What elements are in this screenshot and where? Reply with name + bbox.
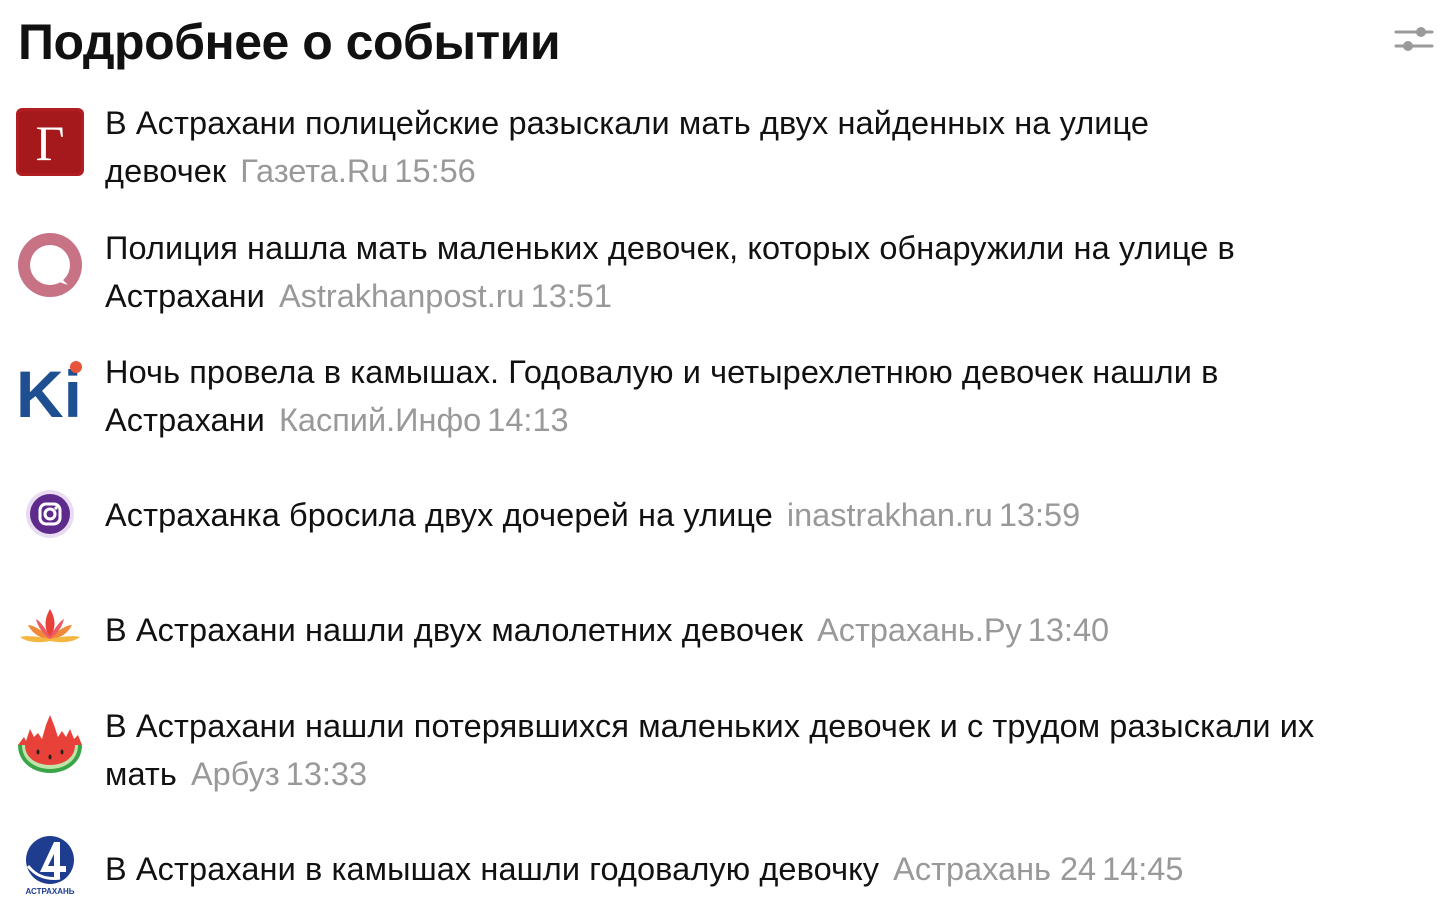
settings-button[interactable] <box>1394 22 1434 58</box>
news-time: 13:40 <box>1027 612 1110 648</box>
page-title: Подробнее о событии <box>18 14 561 70</box>
news-source[interactable]: Астрахань 24 <box>893 851 1096 887</box>
news-time: 13:51 <box>530 278 612 314</box>
gazeta-ru-logo-icon: Г <box>16 108 84 176</box>
news-headline[interactable]: Полиция нашла мать маленьких девочек, ко… <box>105 230 1235 314</box>
svg-text:Г: Г <box>36 115 65 171</box>
svg-text:АСТРАХАНЬ: АСТРАХАНЬ <box>25 887 74 896</box>
news-source[interactable]: Газета.Ru <box>240 153 388 189</box>
astrakhanpost-logo-icon <box>16 231 84 299</box>
news-meta: Каспий.Инфо 14:13 <box>279 402 569 438</box>
news-time: 14:13 <box>487 402 569 438</box>
kaspiy-info-logo-icon: Ki <box>16 355 84 423</box>
watermelon-logo-icon <box>16 707 84 775</box>
news-time: 15:56 <box>394 153 476 189</box>
news-headline[interactable]: Астраханка бросила двух дочерей на улице <box>105 497 773 533</box>
news-source[interactable]: Astrakhanpost.ru <box>279 278 525 314</box>
news-headline[interactable]: В Астрахани нашли двух малолетних девоче… <box>105 612 803 648</box>
news-meta: inastrakhan.ru 13:59 <box>787 497 1080 533</box>
astrakhan24-logo-icon: АСТРАХАНЬ <box>16 830 84 898</box>
news-source[interactable]: Арбуз <box>191 756 280 792</box>
lotus-logo-icon <box>16 595 84 663</box>
news-meta: Астрахань.Ру 13:40 <box>817 612 1109 648</box>
news-time: 13:33 <box>285 756 368 792</box>
news-time: 14:45 <box>1102 851 1184 887</box>
news-meta: Газета.Ru 15:56 <box>240 153 476 189</box>
news-meta: Арбуз 13:33 <box>191 756 367 792</box>
news-meta: Astrakhanpost.ru 13:51 <box>279 278 612 314</box>
news-meta: Астрахань 24 14:45 <box>893 851 1183 887</box>
news-headline[interactable]: В Астрахани в камышах нашли годовалую де… <box>105 851 879 887</box>
sliders-icon <box>1394 27 1434 51</box>
inastrakhan-logo-icon <box>16 480 84 548</box>
news-source[interactable]: Каспий.Инфо <box>279 402 481 438</box>
news-source[interactable]: Астрахань.Ру <box>817 612 1022 648</box>
news-source[interactable]: inastrakhan.ru <box>787 497 993 533</box>
news-time: 13:59 <box>998 497 1081 533</box>
news-headline[interactable]: Ночь провела в камышах. Годовалую и четы… <box>105 354 1219 438</box>
